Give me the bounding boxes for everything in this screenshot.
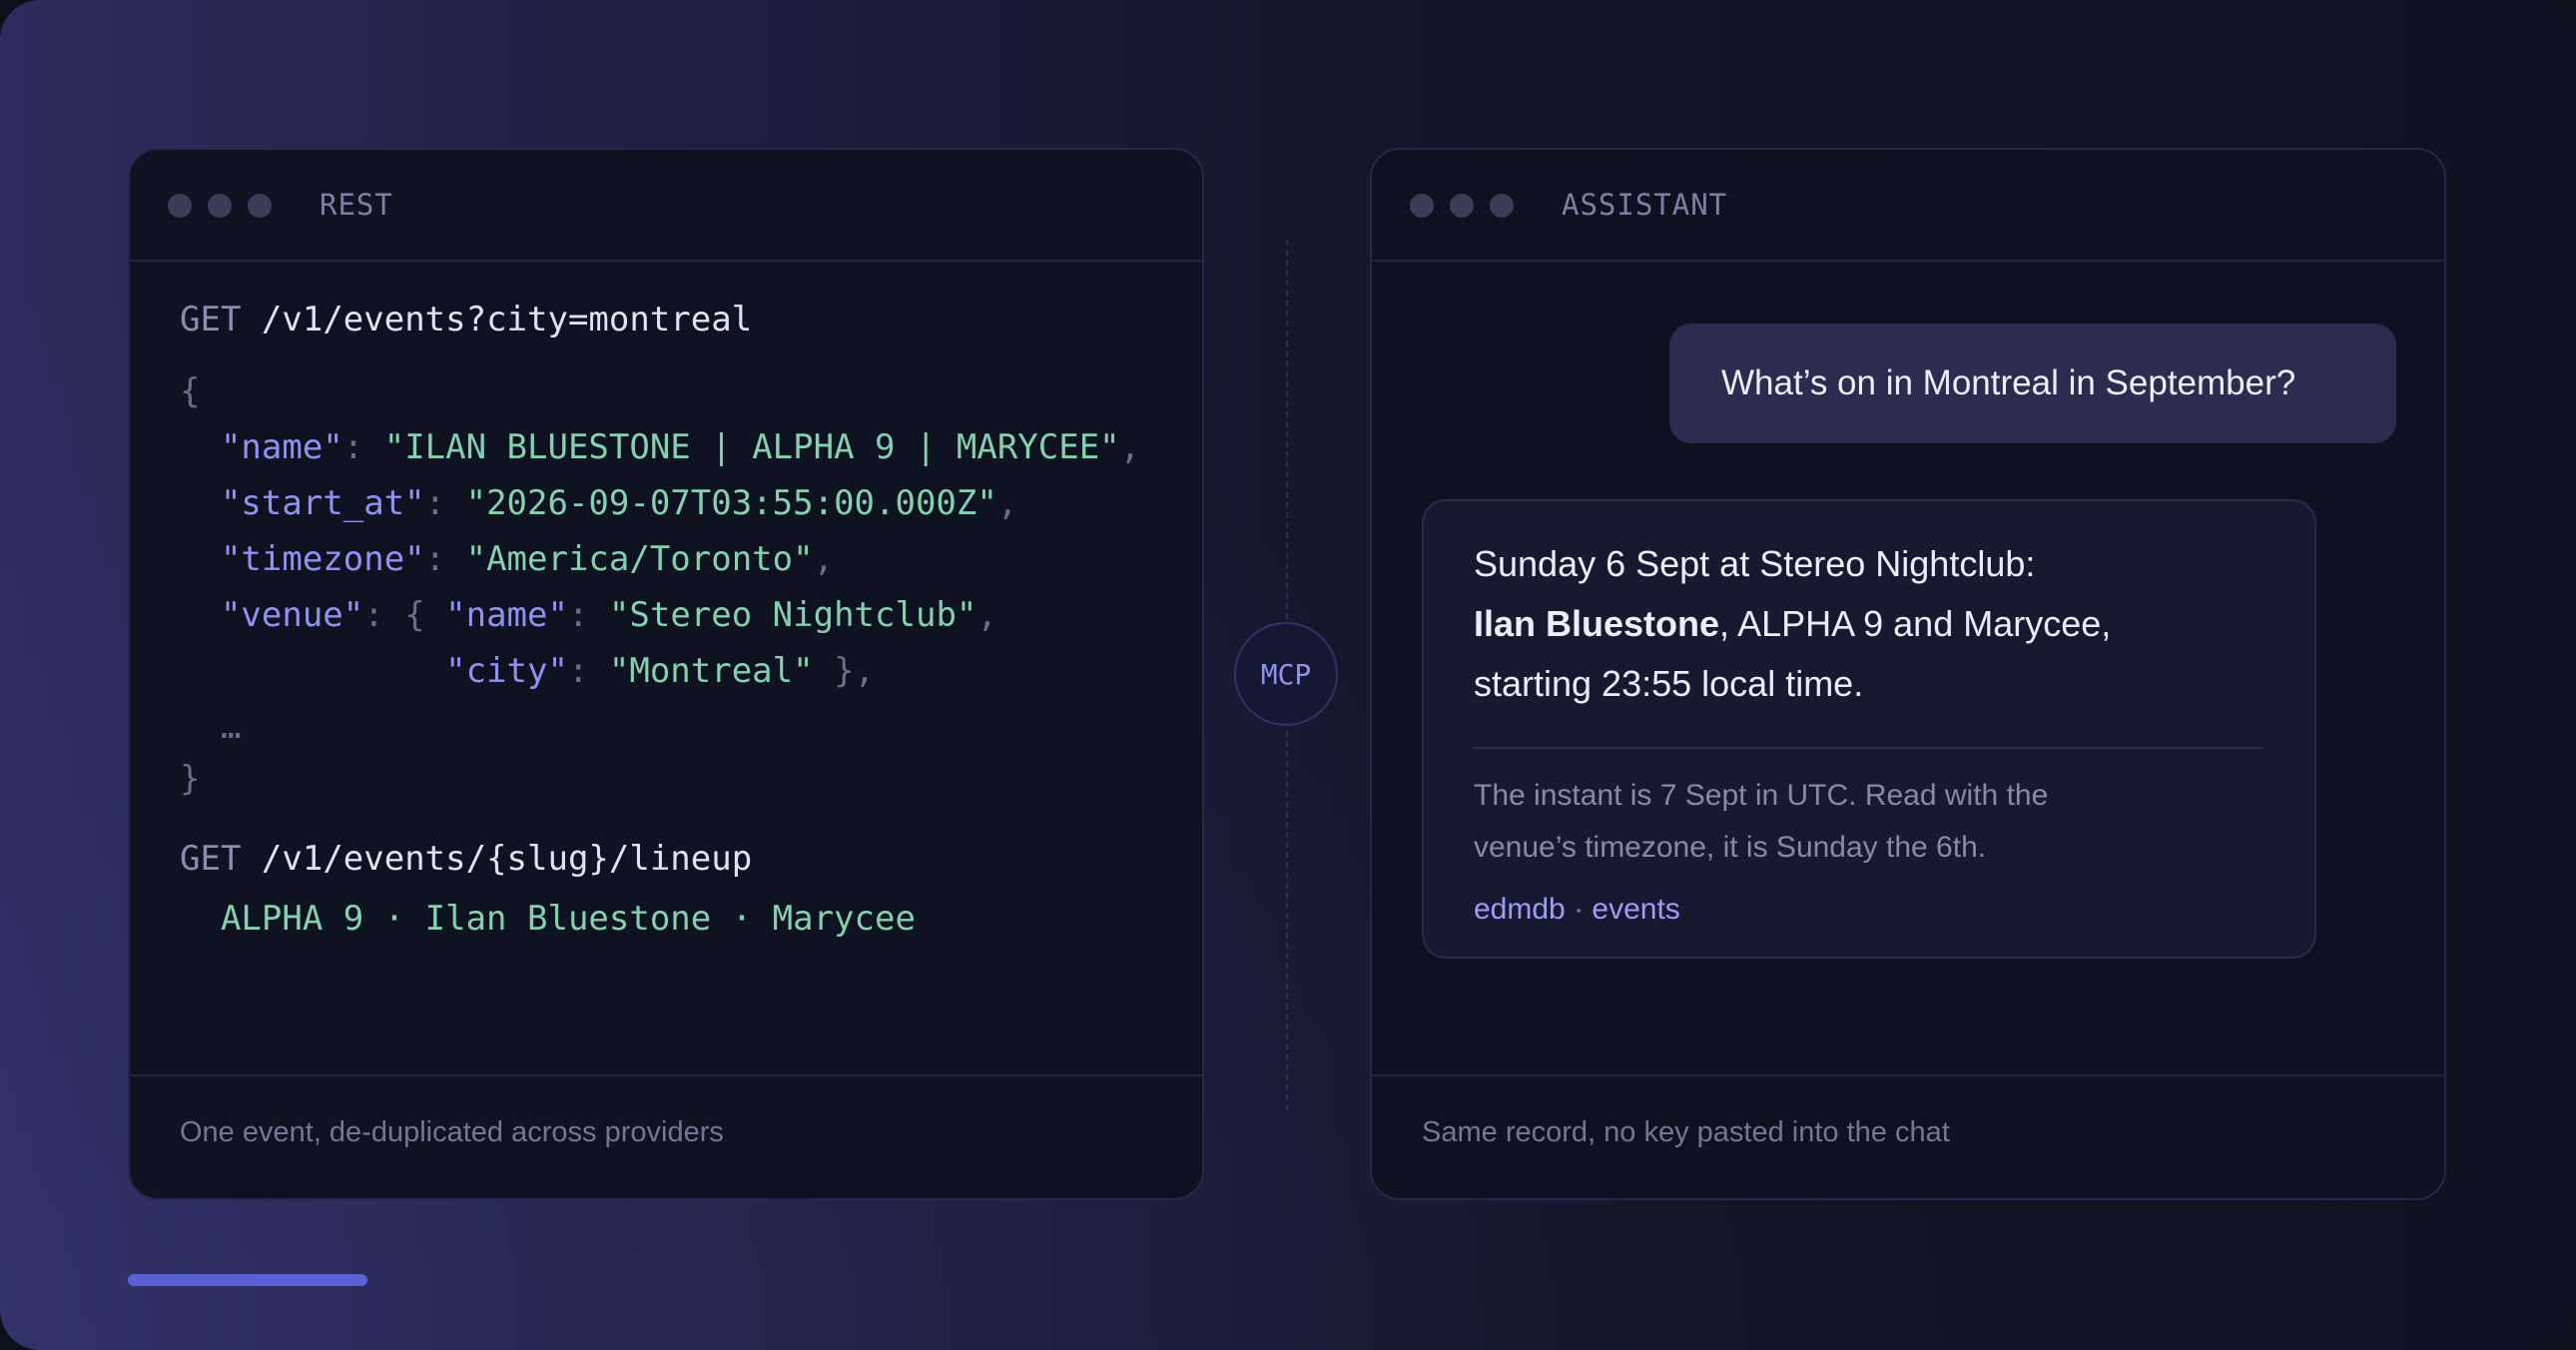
json-line-name: "name": "ILAN BLUESTONE | ALPHA 9 | MARY… xyxy=(220,427,1141,467)
assistant-titlebar: ASSISTANT xyxy=(1372,150,2444,262)
json-key: "start_at" xyxy=(220,483,425,523)
reply-line-1: Sunday 6 Sept at Stereo Nightclub: xyxy=(1474,543,2036,584)
source-link-events[interactable]: events xyxy=(1592,893,1679,926)
json-close-brace: } xyxy=(180,759,201,799)
assistant-footer-caption: Same record, no key pasted into the chat xyxy=(1422,1116,1950,1148)
json-string: "America/Toronto" xyxy=(465,539,814,579)
assistant-panel: ASSISTANT What’s on in Montreal in Septe… xyxy=(1370,148,2446,1200)
json-key: "name" xyxy=(445,595,568,635)
assistant-panel-footer: Same record, no key pasted into the chat xyxy=(1372,1074,2444,1198)
json-string: "ILAN BLUESTONE | ALPHA 9 | MARYCEE" xyxy=(383,427,1120,467)
assistant-reply-card: Sunday 6 Sept at Stereo Nightclub: Ilan … xyxy=(1422,499,2316,959)
mcp-badge: MCP xyxy=(1234,622,1338,726)
reply-line-2: Ilan Bluestone, ALPHA 9 and Marycee, xyxy=(1474,603,2112,644)
window-dot-icon xyxy=(168,194,192,218)
http-method: GET xyxy=(180,300,242,339)
reply-sources: edmdb · events xyxy=(1474,893,1680,926)
reply-artist-highlight: Ilan Bluestone xyxy=(1474,603,1720,644)
rest-panel-title: REST xyxy=(320,188,393,222)
source-link-edmdb[interactable]: edmdb xyxy=(1474,893,1566,926)
request-line-lineup: GET /v1/events/{slug}/lineup xyxy=(180,839,752,879)
request-path: /v1/events?city=montreal xyxy=(261,300,753,339)
json-line-venue: "venue": { "name": "Stereo Nightclub", xyxy=(220,595,997,635)
accent-bar xyxy=(128,1274,367,1286)
lineup-result: ALPHA 9 · Ilan Bluestone · Marycee xyxy=(220,899,916,939)
window-dot-icon xyxy=(1490,194,1514,218)
rest-panel: REST GET /v1/events?city=montreal { "nam… xyxy=(128,148,1204,1200)
json-string: "Stereo Nightclub" xyxy=(608,595,977,635)
json-open-brace: { xyxy=(180,371,201,411)
window-dot-icon xyxy=(248,194,272,218)
reply-line-3: starting 23:55 local time. xyxy=(1474,663,1864,704)
request-path: /v1/events/{slug}/lineup xyxy=(261,839,753,879)
rest-panel-footer: One event, de-duplicated across provider… xyxy=(130,1074,1202,1198)
window-dot-icon xyxy=(208,194,232,218)
connector-line xyxy=(1286,240,1288,619)
window-dot-icon xyxy=(1450,194,1474,218)
rest-code-block: GET /v1/events?city=montreal { "name": "… xyxy=(180,300,1140,1198)
connector-line xyxy=(1286,731,1288,1110)
canvas: REST GET /v1/events?city=montreal { "nam… xyxy=(0,0,2576,1350)
reply-note-line-2: venue’s timezone, it is Sunday the 6th. xyxy=(1474,831,1987,864)
http-method: GET xyxy=(180,839,242,879)
json-key: "venue" xyxy=(220,595,364,635)
reply-divider xyxy=(1474,747,2262,749)
json-line-city: "city": "Montreal" }, xyxy=(445,651,876,691)
request-line-events: GET /v1/events?city=montreal xyxy=(180,300,752,339)
user-message-bubble: What’s on in Montreal in September? xyxy=(1669,324,2396,443)
json-string: "Montreal" xyxy=(608,651,814,691)
json-key: "name" xyxy=(220,427,343,467)
rest-titlebar: REST xyxy=(130,150,1202,262)
json-ellipsis: … xyxy=(220,707,242,747)
json-key: "city" xyxy=(445,651,568,691)
rest-footer-caption: One event, de-duplicated across provider… xyxy=(180,1116,724,1148)
json-key: "timezone" xyxy=(220,539,425,579)
window-dot-icon xyxy=(1410,194,1434,218)
reply-note-line-1: The instant is 7 Sept in UTC. Read with … xyxy=(1474,779,2049,812)
json-line-timezone: "timezone": "America/Toronto", xyxy=(220,539,835,579)
assistant-panel-title: ASSISTANT xyxy=(1562,188,1728,222)
json-line-start-at: "start_at": "2026-09-07T03:55:00.000Z", xyxy=(220,483,1018,523)
json-string: "2026-09-07T03:55:00.000Z" xyxy=(465,483,997,523)
